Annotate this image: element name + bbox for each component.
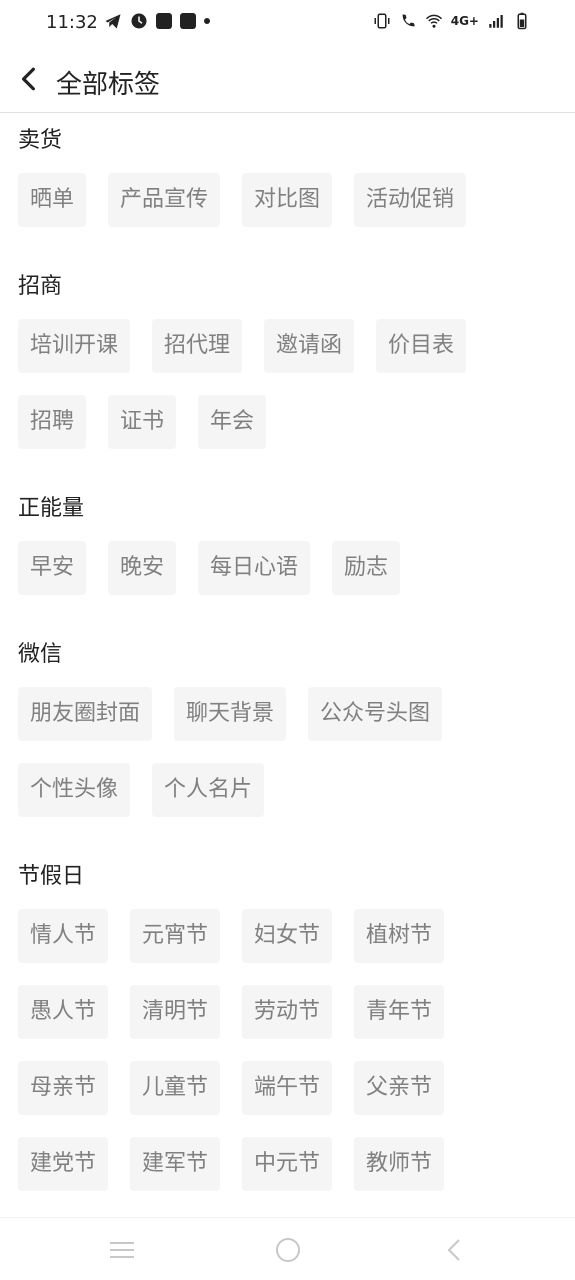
home-circle-icon <box>276 1238 300 1262</box>
status-left-icons <box>104 12 210 30</box>
tag-item[interactable]: 植树节 <box>354 909 445 963</box>
tag-item[interactable]: 价目表 <box>376 319 467 373</box>
tag-item[interactable]: 招代理 <box>152 319 243 373</box>
tag-item[interactable]: 愚人节 <box>18 985 109 1039</box>
group-positive-energy: 正能量 早安 晚安 每日心语 励志 <box>0 481 575 617</box>
system-nav-bar <box>0 1217 575 1280</box>
dot-icon <box>204 18 210 24</box>
battery-icon <box>517 12 527 30</box>
tag-item[interactable]: 儿童节 <box>130 1061 221 1115</box>
app-header: 全部标签 <box>0 46 575 113</box>
group-title: 节假日 <box>18 864 85 889</box>
group-wechat: 微信 朋友圈封面 聊天背景 公众号头图 个性头像 个人名片 <box>0 627 575 839</box>
tag-item[interactable]: 朋友圈封面 <box>18 687 153 741</box>
tag-item[interactable]: 劳动节 <box>242 985 333 1039</box>
tag-item[interactable]: 邀请函 <box>264 319 355 373</box>
bag-icon <box>180 13 196 29</box>
tag-item[interactable]: 母亲节 <box>18 1061 109 1115</box>
system-back-button[interactable] <box>436 1232 472 1268</box>
group-title: 微信 <box>18 642 63 667</box>
tag-list-selling: 晒单 产品宣传 对比图 活动促销 <box>18 173 563 249</box>
tag-item[interactable]: 活动促销 <box>354 173 467 227</box>
tag-list: 卖货 晒单 产品宣传 对比图 活动促销 招商 培训开课 招代理 邀请函 价目表 … <box>0 113 575 1218</box>
status-right-icons: 4G+ <box>373 12 531 30</box>
tag-item[interactable]: 教师节 <box>354 1137 445 1191</box>
tag-item[interactable]: 情人节 <box>18 909 109 963</box>
tag-item[interactable]: 对比图 <box>242 173 333 227</box>
signal-icon <box>489 15 503 28</box>
group-recruiting: 招商 培训开课 招代理 邀请函 价目表 招聘 证书 年会 <box>0 259 575 471</box>
status-time: 11:32 <box>46 12 98 33</box>
network-label: 4G+ <box>450 14 479 28</box>
tag-list-positive-energy: 早安 晚安 每日心语 励志 <box>18 541 563 617</box>
tag-item[interactable]: 个人名片 <box>152 763 265 817</box>
back-button[interactable] <box>12 62 46 96</box>
clock-icon <box>131 13 147 29</box>
tag-list-wechat: 朋友圈封面 聊天背景 公众号头图 个性头像 个人名片 <box>18 687 563 839</box>
home-button[interactable] <box>270 1232 306 1268</box>
status-bar: 11:32 4G+ <box>0 0 575 46</box>
vibrate-icon <box>374 13 390 29</box>
wifi-call-icon <box>402 14 415 27</box>
recent-apps-button[interactable] <box>104 1232 140 1268</box>
tag-item[interactable]: 个性头像 <box>18 763 131 817</box>
tag-item[interactable]: 妇女节 <box>242 909 333 963</box>
tag-item[interactable]: 早安 <box>18 541 87 595</box>
group-title: 卖货 <box>18 128 63 153</box>
tag-item[interactable]: 清明节 <box>130 985 221 1039</box>
tag-item[interactable]: 招聘 <box>18 395 87 449</box>
tag-item[interactable]: 建军节 <box>130 1137 221 1191</box>
chevron-left-icon <box>21 67 35 91</box>
tag-list-recruiting: 培训开课 招代理 邀请函 价目表 招聘 证书 年会 <box>18 319 563 471</box>
tag-item[interactable]: 晒单 <box>18 173 87 227</box>
tag-item[interactable]: 父亲节 <box>354 1061 445 1115</box>
group-holidays: 节假日 情人节 元宵节 妇女节 植树节 愚人节 清明节 劳动节 青年节 母亲节 … <box>0 849 575 1213</box>
wifi-icon <box>425 14 442 28</box>
group-title: 招商 <box>18 274 63 299</box>
tag-list-holidays: 情人节 元宵节 妇女节 植树节 愚人节 清明节 劳动节 青年节 母亲节 儿童节 … <box>18 909 563 1213</box>
app-screen: 11:32 4G+ 全部标签 卖货 晒单 产品宣传 对比图 活动促销 招商 培训… <box>0 0 575 1280</box>
back-arrow-icon <box>447 1239 460 1261</box>
tag-item[interactable]: 端午节 <box>242 1061 333 1115</box>
tag-item[interactable]: 证书 <box>108 395 177 449</box>
tag-item[interactable]: 中元节 <box>242 1137 333 1191</box>
page-title: 全部标签 <box>56 70 161 100</box>
tag-item[interactable]: 青年节 <box>354 985 445 1039</box>
menu-icon <box>110 1242 134 1258</box>
tag-item[interactable]: 晚安 <box>108 541 177 595</box>
group-title: 正能量 <box>18 496 85 521</box>
tag-item[interactable]: 聊天背景 <box>174 687 287 741</box>
tag-item[interactable]: 建党节 <box>18 1137 109 1191</box>
telegram-icon <box>105 14 121 29</box>
tag-item[interactable]: 产品宣传 <box>108 173 221 227</box>
tag-item[interactable]: 培训开课 <box>18 319 131 373</box>
tag-item[interactable]: 年会 <box>198 395 267 449</box>
group-selling: 卖货 晒单 产品宣传 对比图 活动促销 <box>0 113 575 249</box>
tag-item[interactable]: 公众号头图 <box>308 687 443 741</box>
tag-item[interactable]: 励志 <box>332 541 401 595</box>
bag-icon <box>156 13 172 29</box>
tag-item[interactable]: 每日心语 <box>198 541 311 595</box>
tag-item[interactable]: 元宵节 <box>130 909 221 963</box>
